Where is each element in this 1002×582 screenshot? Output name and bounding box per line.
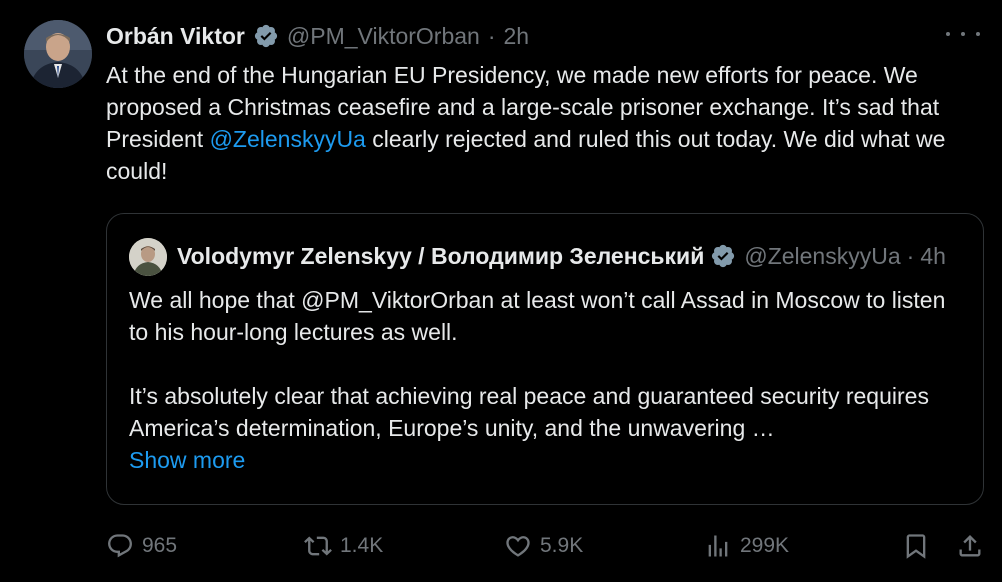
quoted-paragraph-2: It’s absolutely clear that achieving rea… <box>129 383 929 441</box>
verified-badge-icon <box>254 24 277 48</box>
mention-link[interactable]: @ZelenskyyUa <box>210 126 366 152</box>
quoted-paragraph-1: We all hope that @PM_ViktorOrban at leas… <box>129 287 946 345</box>
reply-count: 965 <box>142 534 178 557</box>
reply-button[interactable]: 965 <box>106 528 177 564</box>
bookmark-icon <box>906 534 926 559</box>
quoted-author-handle: @ZelenskyyUa <box>744 242 901 269</box>
views-button[interactable]: 299K <box>704 528 789 564</box>
share-icon <box>959 535 981 557</box>
tweet-action-bar: 965 1.4K 5.9K 299K <box>106 528 986 564</box>
repost-button[interactable]: 1.4K <box>304 528 383 564</box>
tweet-timestamp[interactable]: 2h <box>504 23 530 50</box>
like-button[interactable]: 5.9K <box>504 528 583 564</box>
quoted-author-avatar <box>129 238 167 276</box>
verified-badge-icon <box>712 244 735 268</box>
quoted-timestamp: 4h <box>920 242 946 269</box>
show-more-link[interactable]: Show more <box>129 447 245 473</box>
author-handle[interactable]: @PM_ViktorOrban <box>287 23 480 50</box>
like-icon <box>506 536 530 557</box>
quoted-author-name: Volodymyr Zelenskyy / Володимир Зеленськ… <box>177 242 705 269</box>
quoted-tweet-card[interactable]: Volodymyr Zelenskyy / Володимир Зеленськ… <box>106 213 984 505</box>
header-separator: · <box>487 22 496 49</box>
quoted-tweet-header: Volodymyr Zelenskyy / Володимир Зеленськ… <box>177 240 967 272</box>
reply-icon <box>108 534 132 558</box>
author-name[interactable]: Orbán Viktor <box>106 23 245 50</box>
author-avatar[interactable] <box>24 20 92 88</box>
views-count: 299K <box>740 534 790 557</box>
tweet-text: At the end of the Hungarian EU Presidenc… <box>106 59 986 187</box>
repost-count: 1.4K <box>340 534 384 557</box>
repost-icon <box>304 536 332 556</box>
share-button[interactable] <box>956 528 984 564</box>
views-icon <box>708 535 728 557</box>
bookmark-button[interactable] <box>902 528 930 564</box>
like-count: 5.9K <box>540 534 584 557</box>
tweet-header: Orbán Viktor @PM_ViktorOrban · 2h <box>106 20 529 52</box>
quoted-separator: · <box>906 242 915 269</box>
quoted-tweet-text: We all hope that @PM_ViktorOrban at leas… <box>129 284 969 476</box>
more-options-icon[interactable] <box>946 22 980 46</box>
